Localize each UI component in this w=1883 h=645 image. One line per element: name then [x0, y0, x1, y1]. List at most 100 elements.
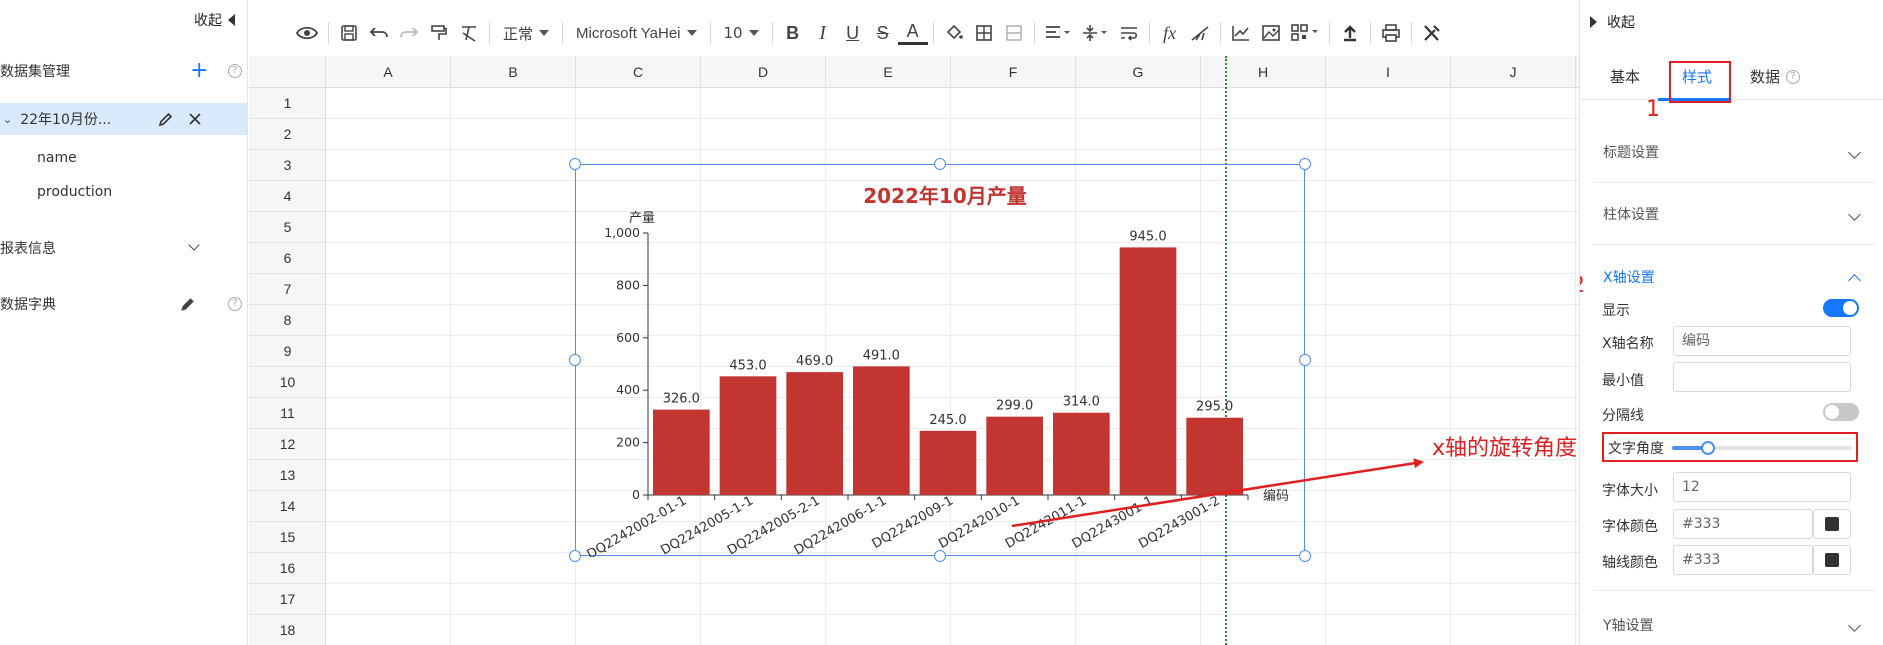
- row-header-cell[interactable]: 3: [249, 150, 326, 181]
- row-header-cell[interactable]: 9: [249, 336, 326, 367]
- tab-basic[interactable]: 基本: [1610, 66, 1640, 87]
- row-header-cell[interactable]: 12: [249, 429, 326, 460]
- align-icon[interactable]: [1040, 18, 1076, 48]
- row-header-cell[interactable]: 11: [249, 398, 326, 429]
- section-xaxis-settings[interactable]: X轴设置: [1593, 257, 1875, 297]
- settings-tool-icon[interactable]: [1417, 18, 1447, 48]
- column-header-cell[interactable]: B: [451, 56, 576, 88]
- section-title-settings[interactable]: 标题设置: [1593, 132, 1875, 172]
- column-header-cell[interactable]: I: [1326, 56, 1451, 88]
- undo-icon[interactable]: [364, 18, 394, 48]
- resize-handle[interactable]: [569, 158, 581, 170]
- qrcode-icon[interactable]: [1286, 18, 1324, 48]
- font-select[interactable]: Microsoft YaHei: [568, 18, 704, 48]
- image-icon[interactable]: [1256, 18, 1286, 48]
- row-header-cell[interactable]: 6: [249, 243, 326, 274]
- underline-icon[interactable]: U: [838, 18, 868, 48]
- xaxis-split-toggle[interactable]: [1823, 403, 1859, 421]
- column-header-cell[interactable]: J: [1451, 56, 1576, 88]
- resize-handle[interactable]: [934, 550, 946, 562]
- section-yaxis-settings[interactable]: Y轴设置: [1593, 605, 1875, 645]
- dataset-item[interactable]: ⌄ 22年10月份...: [0, 103, 247, 135]
- close-icon[interactable]: [188, 112, 202, 126]
- font-color-swatch[interactable]: [1813, 509, 1851, 539]
- resize-handle[interactable]: [934, 158, 946, 170]
- row-header-cell[interactable]: 4: [249, 181, 326, 212]
- row-header-cell[interactable]: 2: [249, 119, 326, 150]
- column-header-cell[interactable]: H: [1201, 56, 1326, 88]
- chart-icon[interactable]: [1226, 18, 1256, 48]
- help-icon[interactable]: ?: [1786, 69, 1801, 84]
- font-color-icon[interactable]: A: [897, 21, 928, 45]
- chevron-down-icon[interactable]: ⌄: [3, 113, 12, 126]
- row-header-cell[interactable]: 5: [249, 212, 326, 243]
- axis-color-swatch[interactable]: [1813, 545, 1851, 575]
- row-header-cell[interactable]: 15: [249, 522, 326, 553]
- field-item[interactable]: name: [0, 142, 247, 174]
- clear-format-icon[interactable]: [454, 18, 484, 48]
- add-dataset-icon[interactable]: +: [190, 60, 208, 82]
- column-header-cell[interactable]: G: [1076, 56, 1201, 88]
- corner-cell[interactable]: [249, 56, 326, 88]
- row-header-cell[interactable]: 8: [249, 305, 326, 336]
- format-painter-icon[interactable]: [424, 18, 454, 48]
- redo-icon[interactable]: [394, 18, 424, 48]
- sparkline-icon[interactable]: [1185, 18, 1215, 48]
- format-select[interactable]: 正常: [495, 18, 557, 48]
- collapse-right-button[interactable]: 收起: [1590, 12, 1635, 32]
- help-icon[interactable]: ?: [228, 64, 242, 78]
- resize-handle[interactable]: [569, 354, 581, 366]
- slider-handle[interactable]: [1701, 441, 1715, 455]
- section-bar-settings[interactable]: 柱体设置: [1593, 194, 1875, 234]
- strikethrough-icon[interactable]: S: [868, 18, 898, 48]
- border-icon[interactable]: [969, 18, 999, 48]
- column-header-cell[interactable]: C: [576, 56, 701, 88]
- merge-cells-icon[interactable]: [999, 18, 1029, 48]
- wrap-text-icon[interactable]: [1114, 18, 1144, 48]
- report-info-row[interactable]: 报表信息: [0, 232, 247, 264]
- function-icon[interactable]: fx: [1155, 18, 1185, 48]
- column-header-cell[interactable]: A: [326, 56, 451, 88]
- font-size-select[interactable]: 10: [716, 18, 767, 48]
- resize-handle[interactable]: [569, 550, 581, 562]
- preview-icon[interactable]: [291, 18, 323, 48]
- bar-chart[interactable]: 2022年10月产量产量02004006008001,000326.0DQ224…: [576, 165, 1306, 563]
- fill-color-icon[interactable]: [939, 18, 969, 48]
- tab-data[interactable]: 数据 ?: [1750, 66, 1801, 87]
- collapse-left-button[interactable]: 收起: [194, 10, 235, 30]
- row-header-cell[interactable]: 18: [249, 615, 326, 645]
- xaxis-rotate-slider[interactable]: [1672, 441, 1852, 455]
- xaxis-font-size-input[interactable]: 12: [1673, 472, 1851, 502]
- italic-icon[interactable]: I: [808, 18, 838, 48]
- resize-handle[interactable]: [1299, 354, 1311, 366]
- resize-handle[interactable]: [1299, 158, 1311, 170]
- chart-container[interactable]: 2022年10月产量 产量 0 200 400 600 800 1,000 326.0 DQ224…: [569, 158, 1311, 563]
- row-header-cell[interactable]: 7: [249, 274, 326, 305]
- vertical-align-icon[interactable]: [1076, 18, 1114, 48]
- edit-icon[interactable]: [180, 297, 195, 312]
- field-item[interactable]: production: [0, 176, 247, 208]
- bold-icon[interactable]: B: [778, 18, 808, 48]
- print-icon[interactable]: [1376, 18, 1406, 48]
- xaxis-show-toggle[interactable]: [1823, 299, 1859, 317]
- row-header-cell[interactable]: 10: [249, 367, 326, 398]
- column-header-cell[interactable]: D: [701, 56, 826, 88]
- chevron-down-icon[interactable]: [188, 239, 200, 251]
- xaxis-min-input[interactable]: [1673, 362, 1851, 392]
- xaxis-name-input[interactable]: 编码: [1673, 326, 1851, 356]
- help-icon[interactable]: ?: [228, 297, 242, 311]
- edit-icon[interactable]: [158, 112, 173, 127]
- save-icon[interactable]: [334, 18, 364, 48]
- xaxis-font-color-input[interactable]: #333: [1673, 509, 1813, 539]
- row-header-cell[interactable]: 17: [249, 584, 326, 615]
- column-header-cell[interactable]: E: [826, 56, 951, 88]
- row-header-cell[interactable]: 14: [249, 491, 326, 522]
- xaxis-axis-color-input[interactable]: #333: [1673, 545, 1813, 575]
- data-dict-row[interactable]: 数据字典 ?: [0, 288, 247, 320]
- resize-handle[interactable]: [1299, 550, 1311, 562]
- row-header-cell[interactable]: 13: [249, 460, 326, 491]
- row-header-cell[interactable]: 1: [249, 88, 326, 119]
- upload-icon[interactable]: [1335, 18, 1365, 48]
- column-header-cell[interactable]: F: [951, 56, 1076, 88]
- spreadsheet[interactable]: A B C D E F G H I J 1 2 3 4 5 6 7 8 9 10 11 12 13 14 1…: [249, 56, 1579, 645]
